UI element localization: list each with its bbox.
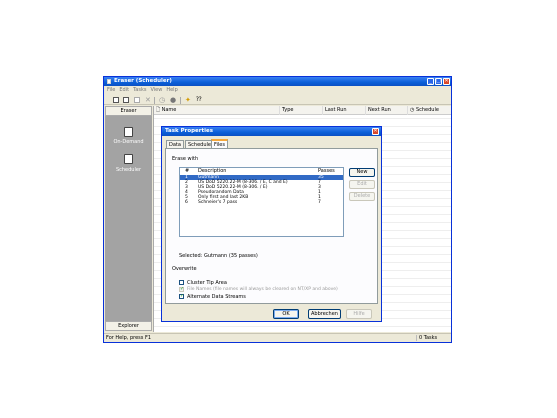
cluster-tip-checkbox[interactable] (179, 280, 184, 285)
ok-button[interactable]: OK (273, 309, 299, 319)
sidebar-item-on-demand[interactable]: On-Demand (105, 139, 152, 145)
dialog-close-button[interactable]: ✕ (372, 128, 379, 135)
edit-method-button[interactable]: Edit (349, 180, 375, 189)
new-task-icon[interactable] (113, 97, 119, 103)
minimize-button[interactable]: _ (427, 78, 434, 85)
help-button[interactable]: Hilfe (346, 309, 372, 319)
menu-view[interactable]: View (150, 87, 162, 93)
maximize-button[interactable]: □ (435, 78, 442, 85)
column-description[interactable]: Description (198, 168, 226, 175)
sidebar-item-scheduler[interactable]: Scheduler (105, 167, 152, 173)
open-icon[interactable] (123, 97, 129, 103)
clock-document-icon[interactable] (124, 154, 133, 164)
title-bar[interactable]: Eraser (Scheduler) _ □ ✕ (104, 77, 451, 86)
column-next-run[interactable]: Next Run (366, 106, 408, 115)
ads-checkbox[interactable] (179, 293, 184, 299)
column-name[interactable]: 🗋 Name (154, 106, 280, 115)
dialog-title: Task Properties (165, 128, 214, 134)
file-names-checkbox[interactable] (179, 286, 184, 292)
toolbar: ✕ ◷ ● ✦ ⁇ (104, 95, 451, 105)
file-names-label: File Names (file names will always be cl… (187, 287, 338, 292)
overwrite-label: Overwrite (172, 266, 197, 272)
settings-icon[interactable]: ✦ (185, 96, 191, 104)
help-icon[interactable]: ⁇ (196, 96, 202, 103)
new-method-button[interactable]: New (349, 168, 375, 177)
selected-method-text: Selected: Gutmann (35 passes) (179, 253, 258, 259)
save-icon[interactable] (134, 97, 140, 103)
status-bar: For Help, press F1 0 Tasks (104, 333, 451, 342)
column-passes[interactable]: Passes (318, 168, 335, 175)
app-icon (107, 79, 111, 84)
column-type[interactable]: Type (280, 106, 323, 115)
sidebar-header[interactable]: Eraser (105, 106, 152, 116)
cancel-button[interactable]: Abbrechen (308, 309, 341, 319)
sidebar-body: On-Demand Scheduler (105, 116, 152, 321)
task-count: 0 Tasks (416, 335, 451, 341)
dialog-title-bar[interactable]: Task Properties ✕ (162, 127, 381, 136)
column-last-run[interactable]: Last Run (323, 106, 366, 115)
schedule-icon[interactable]: ◷ (159, 96, 165, 104)
delete-icon[interactable]: ✕ (145, 96, 151, 104)
window-title: Eraser (Scheduler) (114, 78, 172, 84)
menu-edit[interactable]: Edit (119, 87, 129, 93)
toolbar-separator (154, 97, 155, 104)
menu-file[interactable]: File (107, 87, 115, 93)
tab-panel: Erase with # Description Passes 1 Gutman… (165, 148, 378, 304)
ads-label: Alternate Data Streams (187, 294, 246, 300)
column-number[interactable]: # (185, 168, 189, 175)
toolbar-separator (180, 97, 181, 104)
grid-line (154, 118, 451, 119)
cluster-tip-label: Cluster Tip Area (187, 280, 227, 286)
grid-line (154, 326, 451, 327)
close-button[interactable]: ✕ (443, 78, 450, 85)
menu-tasks[interactable]: Tasks (133, 87, 146, 93)
menu-help[interactable]: Help (166, 87, 177, 93)
column-schedule[interactable]: ◷ Schedule (408, 106, 451, 115)
list-header: 🗋 Name Type Last Run Next Run ◷ Schedule (154, 106, 451, 115)
menu-bar: File Edit Tasks View Help (104, 86, 451, 94)
method-row[interactable]: 6 Schneier's 7 pass 7 (180, 200, 343, 205)
status-text: For Help, press F1 (106, 335, 152, 341)
erasure-method-list[interactable]: # Description Passes 1 Gutmann 35 2 US D… (179, 167, 344, 237)
erase-with-label: Erase with (172, 156, 199, 162)
sidebar: Eraser On-Demand Scheduler Explorer (105, 106, 152, 332)
stop-icon[interactable]: ● (170, 96, 176, 104)
sidebar-footer[interactable]: Explorer (105, 321, 152, 331)
document-icon[interactable] (124, 127, 133, 137)
task-properties-dialog: Task Properties ✕ Data Schedule Files Er… (161, 126, 382, 322)
delete-method-button[interactable]: Delete (349, 192, 375, 201)
